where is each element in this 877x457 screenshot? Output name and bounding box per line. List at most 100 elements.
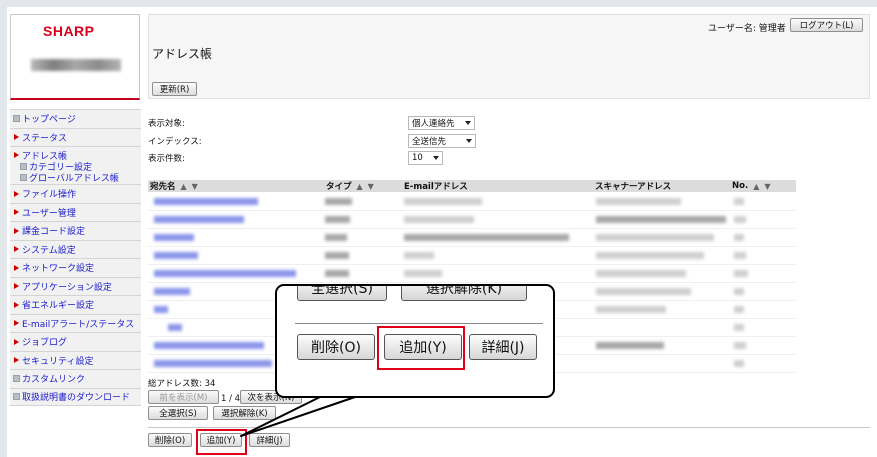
sidebar-nav: トップページ ステータス アドレス帳 カテゴリー設定 グローバルアドレス帳 ファ…: [10, 109, 141, 406]
sidebar-item-manual-download[interactable]: 取扱説明書のダウンロード: [10, 387, 141, 406]
redacted-cell: [596, 288, 691, 295]
table-row[interactable]: [148, 247, 796, 265]
redacted-cell: [325, 198, 352, 205]
sort-asc-icon[interactable]: ▲: [753, 182, 759, 191]
triangle-bullet-icon: [14, 190, 19, 197]
sidebar-item-network-settings[interactable]: ネットワーク設定: [10, 258, 141, 277]
sort-desc-icon[interactable]: ▼: [192, 182, 198, 191]
sidebar-item-job-log[interactable]: ジョブログ: [10, 332, 141, 351]
table-row[interactable]: [148, 229, 796, 247]
divider: [148, 427, 870, 428]
redacted-cell: [404, 234, 569, 241]
sidebar-item-file-operations[interactable]: ファイル操作: [10, 184, 141, 203]
redacted-cell: [596, 198, 681, 205]
sidebar-subitem-label: グローバルアドレス帳: [29, 174, 119, 184]
square-bullet-icon: [13, 393, 20, 401]
column-label: E-mailアドレス: [404, 182, 468, 192]
redacted-cell: [325, 270, 349, 277]
table-row[interactable]: [148, 211, 796, 229]
redacted-cell: [734, 216, 746, 223]
chevron-down-icon: [465, 121, 471, 125]
triangle-bullet-icon: [14, 227, 19, 234]
sort-asc-icon[interactable]: ▲: [181, 182, 187, 191]
sidebar-item-label: ジョブログ: [22, 338, 68, 349]
sort-asc-icon[interactable]: ▲: [357, 182, 363, 191]
sidebar-item-status[interactable]: ステータス: [10, 127, 141, 146]
sidebar-item-label: トップページ: [22, 115, 76, 126]
sidebar-item-top-page[interactable]: トップページ: [10, 109, 141, 128]
redacted-cell: [734, 306, 744, 313]
index-select[interactable]: 全送信先: [408, 134, 476, 148]
deselect-all-button[interactable]: 選択解除(K): [213, 406, 276, 420]
triangle-bullet-icon: [14, 264, 19, 271]
zoom-divider: [295, 323, 543, 324]
display-target-value: 個人連絡先: [412, 119, 455, 129]
sidebar-item-label: システム設定: [22, 245, 76, 256]
sidebar-item-address-book[interactable]: アドレス帳 カテゴリー設定 グローバルアドレス帳: [10, 146, 141, 184]
redacted-cell: [734, 252, 746, 259]
triangle-bullet-icon: [14, 134, 19, 141]
page-indicator: 1 / 4: [221, 394, 241, 404]
logout-button[interactable]: ログアウト(L): [790, 18, 863, 32]
square-bullet-icon: [20, 163, 27, 170]
table-row[interactable]: [148, 265, 796, 283]
triangle-bullet-icon: [14, 283, 19, 290]
sidebar-subitem-global-address-book[interactable]: グローバルアドレス帳: [12, 172, 119, 184]
sort-desc-icon[interactable]: ▼: [764, 182, 770, 191]
column-header-number[interactable]: No. ▲ ▼: [730, 180, 796, 192]
zoom-callout: 全選択(S) 選択解除(K) 削除(O) 追加(Y) 詳細(J): [275, 284, 555, 398]
redacted-cell: [154, 288, 190, 295]
detail-button[interactable]: 詳細(J): [249, 433, 290, 447]
column-header-type[interactable]: タイプ ▲ ▼: [324, 180, 402, 193]
sidebar-item-user-management[interactable]: ユーザー管理: [10, 202, 141, 221]
sidebar-item-label: 課金コード設定: [22, 227, 86, 238]
redacted-cell: [154, 270, 296, 277]
chevron-down-icon: [433, 156, 439, 160]
redacted-cell: [404, 216, 474, 223]
display-target-select[interactable]: 個人連絡先: [408, 116, 475, 130]
redacted-cell: [734, 342, 746, 349]
column-label: スキャナーアドレス: [595, 182, 672, 192]
address-table-header: 宛先名 ▲ ▼ タイプ ▲ ▼ E-mailアドレス スキャナーアドレス No.…: [148, 180, 796, 192]
index-label: インデックス:: [148, 137, 202, 147]
triangle-bullet-icon: [14, 209, 19, 216]
sort-desc-icon[interactable]: ▼: [368, 182, 374, 191]
redacted-cell: [154, 234, 194, 241]
sidebar-item-email-alert[interactable]: E-mailアラート/ステータス: [10, 313, 141, 332]
sidebar-item-energy-saving[interactable]: 省エネルギー設定: [10, 295, 141, 314]
sidebar-item-custom-link[interactable]: カスタムリンク: [10, 369, 141, 388]
top-band: [0, 0, 877, 7]
logo-panel: SHARP: [10, 14, 140, 100]
sidebar-item-label: 省エネルギー設定: [22, 301, 95, 312]
delete-button[interactable]: 削除(O): [148, 433, 192, 447]
column-header-email: E-mailアドレス: [402, 180, 593, 192]
device-name-blurred: [31, 59, 121, 71]
sidebar-item-security-settings[interactable]: セキュリティ設定: [10, 350, 141, 369]
user-label: ユーザー名: 管理者: [708, 24, 786, 34]
redacted-cell: [154, 342, 264, 349]
table-row[interactable]: [148, 193, 796, 211]
sidebar-item-application-settings[interactable]: アプリケーション設定: [10, 276, 141, 295]
redacted-cell: [325, 234, 347, 241]
sidebar-item-system-settings[interactable]: システム設定: [10, 239, 141, 258]
sidebar-item-billing-code[interactable]: 課金コード設定: [10, 221, 141, 240]
sidebar-item-label: 取扱説明書のダウンロード: [22, 393, 131, 404]
redacted-cell: [596, 342, 664, 349]
redacted-cell: [154, 198, 258, 205]
redacted-cell: [596, 216, 726, 223]
chevron-down-icon: [466, 139, 472, 143]
refresh-button[interactable]: 更新(R): [152, 82, 197, 96]
square-bullet-icon: [20, 174, 27, 181]
square-bullet-icon: [13, 115, 20, 123]
redacted-cell: [596, 234, 714, 241]
prev-page-button[interactable]: 前を表示(M): [148, 390, 219, 404]
select-all-button[interactable]: 全選択(S): [148, 406, 208, 420]
redacted-cell: [734, 198, 744, 205]
sidebar-item-label: カスタムリンク: [22, 375, 86, 386]
add-button-highlight: [196, 429, 247, 455]
left-band: [0, 7, 7, 457]
display-count-select[interactable]: 10: [408, 151, 443, 165]
column-header-name[interactable]: 宛先名 ▲ ▼: [148, 180, 324, 193]
triangle-bullet-icon: [14, 320, 19, 327]
sidebar-item-label: ネットワーク設定: [22, 264, 95, 275]
